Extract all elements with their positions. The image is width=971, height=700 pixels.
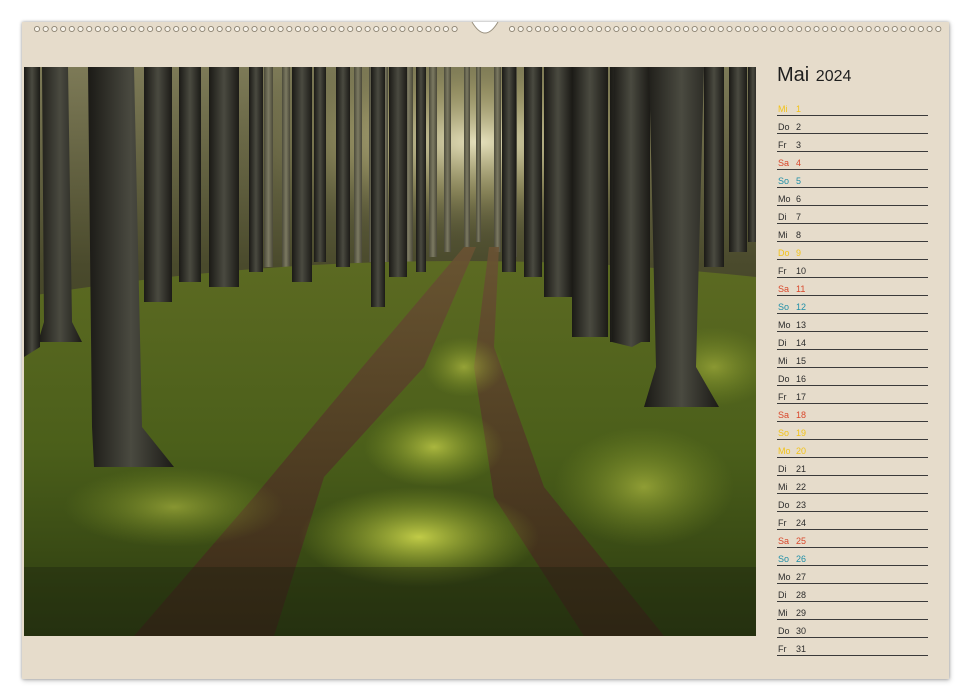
forest-photo (24, 67, 756, 636)
day-row: Mo 20 (777, 440, 928, 458)
day-row: Di 7 (777, 206, 928, 224)
day-row: Di 21 (777, 458, 928, 476)
day-row: Fr 17 (777, 386, 928, 404)
day-row: Do 16 (777, 368, 928, 386)
day-row: Fr 31 (777, 638, 928, 656)
day-row: Sa 25 (777, 530, 928, 548)
day-row: Sa 11 (777, 278, 928, 296)
day-row: Do 23 (777, 494, 928, 512)
day-row: Mi 29 (777, 602, 928, 620)
day-row: Do 9 (777, 242, 928, 260)
day-row: Do 30 (777, 620, 928, 638)
day-list: Mi 1 Do 2 Fr 3 Sa 4 So 5 Mo 6 Di 7 Mi 8 Do 9 Fr 10 Sa 11 So 12 M… (777, 98, 928, 656)
day-row: Di 14 (777, 332, 928, 350)
day-row: Mo 6 (777, 188, 928, 206)
day-row: Fr 24 (777, 512, 928, 530)
day-row: So 26 (777, 548, 928, 566)
day-row: Mi 15 (777, 350, 928, 368)
day-row: Di 28 (777, 584, 928, 602)
month-name: Mai (777, 64, 810, 86)
year: 2024 (815, 68, 852, 85)
day-row: Mo 13 (777, 314, 928, 332)
month-title: Mai 2024 (777, 64, 851, 87)
day-row: Sa 18 (777, 404, 928, 422)
day-row: So 19 (777, 422, 928, 440)
day-row: Sa 4 (777, 152, 928, 170)
day-row: Mi 1 (777, 98, 928, 116)
day-row: Mi 8 (777, 224, 928, 242)
day-row: So 12 (777, 296, 928, 314)
day-number: 31 (796, 644, 807, 654)
weekday-label: Fr (778, 644, 787, 654)
day-row: So 5 (777, 170, 928, 188)
day-row: Mi 22 (777, 476, 928, 494)
day-row: Do 2 (777, 116, 928, 134)
day-row: Mo 27 (777, 566, 928, 584)
day-row: Fr 3 (777, 134, 928, 152)
day-row: Fr 10 (777, 260, 928, 278)
